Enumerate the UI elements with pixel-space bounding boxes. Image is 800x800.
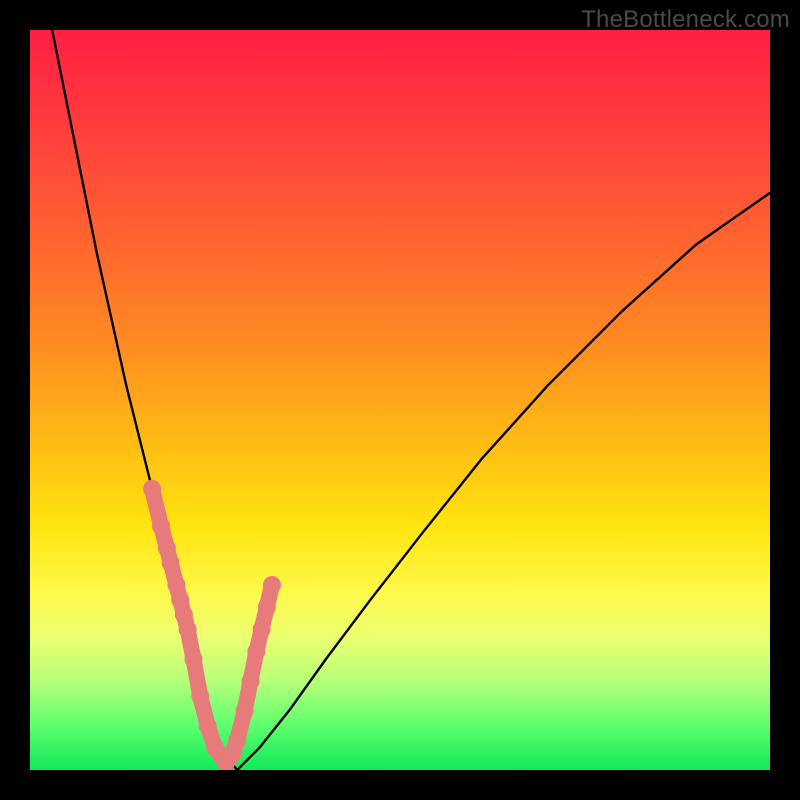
marker-dot: [242, 672, 260, 690]
marker-dot: [152, 517, 170, 535]
marker-dot: [253, 620, 271, 638]
watermark-text: TheBottleneck.com: [581, 6, 790, 34]
marker-dot: [179, 620, 197, 638]
chart-frame: TheBottleneck.com: [0, 0, 800, 800]
marker-dot: [258, 598, 276, 616]
curve-line: [52, 30, 770, 770]
marker-dot: [162, 554, 180, 572]
marker-dot: [185, 650, 203, 668]
marker-dot: [247, 643, 265, 661]
marker-dot: [191, 687, 209, 705]
bottleneck-curve: [52, 30, 770, 770]
marker-dot: [199, 717, 217, 735]
plot-area: [30, 30, 770, 770]
marker-dot: [143, 480, 161, 498]
marker-dot: [228, 731, 246, 749]
highlight-markers: [143, 480, 281, 770]
chart-svg: [30, 30, 770, 770]
marker-dot: [263, 576, 281, 594]
marker-dot: [236, 702, 254, 720]
